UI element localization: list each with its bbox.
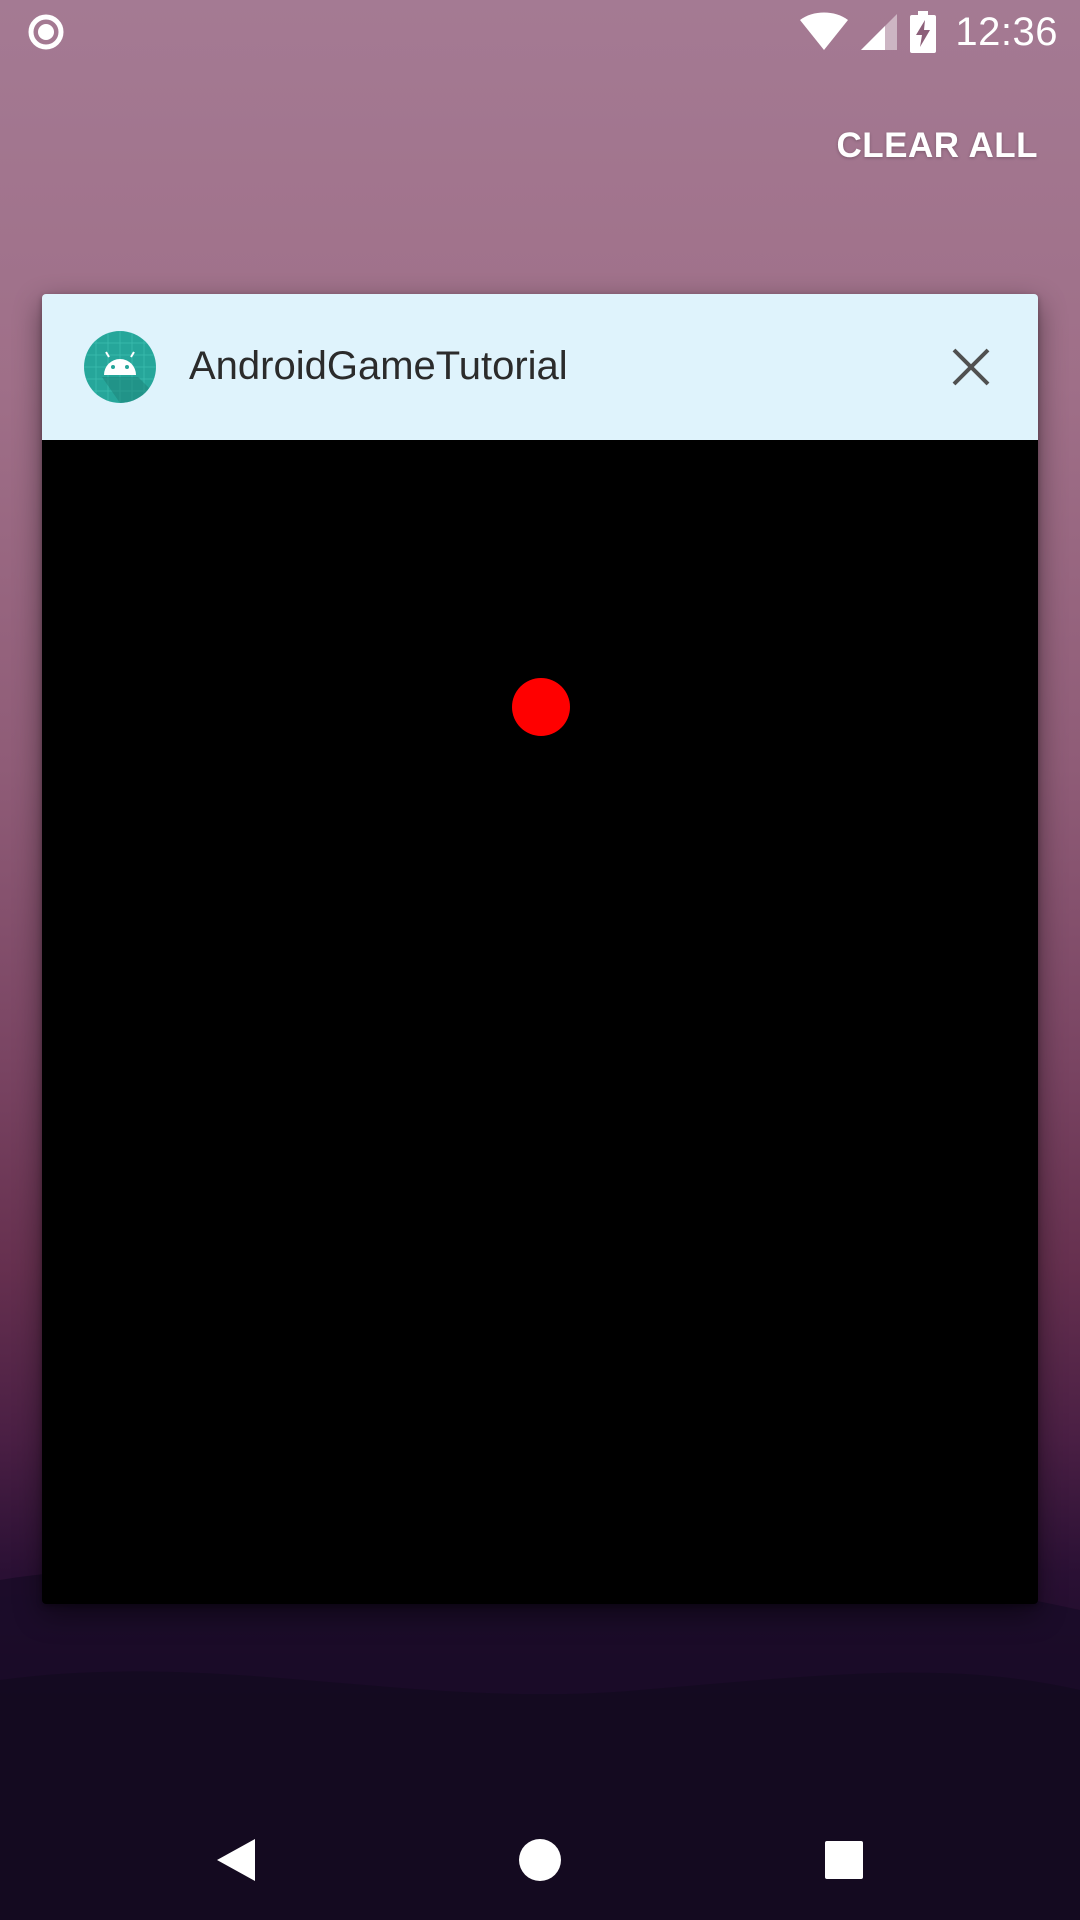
navigation-bar [0, 1800, 1080, 1920]
record-circle-icon [28, 14, 64, 50]
recents-square-icon[interactable] [814, 1830, 874, 1890]
status-bar: 12:36 [0, 0, 1080, 63]
back-triangle-icon[interactable] [206, 1830, 266, 1890]
cell-signal-icon [859, 12, 899, 52]
app-preview-screen[interactable] [42, 440, 1038, 1604]
status-clock: 12:36 [955, 9, 1058, 54]
status-icons: 12:36 [789, 6, 1058, 58]
battery-charging-icon [909, 11, 937, 53]
wifi-icon [799, 12, 849, 52]
task-card-header[interactable]: AndroidGameTutorial [42, 294, 1038, 440]
clear-all-button[interactable]: CLEAR ALL [836, 126, 1038, 166]
app-title: AndroidGameTutorial [189, 344, 568, 388]
recent-task-card[interactable]: AndroidGameTutorial [42, 294, 1038, 1604]
red-ball [512, 678, 570, 736]
android-app-icon[interactable] [84, 331, 156, 403]
close-icon[interactable] [944, 340, 998, 394]
home-circle-icon[interactable] [510, 1830, 570, 1890]
